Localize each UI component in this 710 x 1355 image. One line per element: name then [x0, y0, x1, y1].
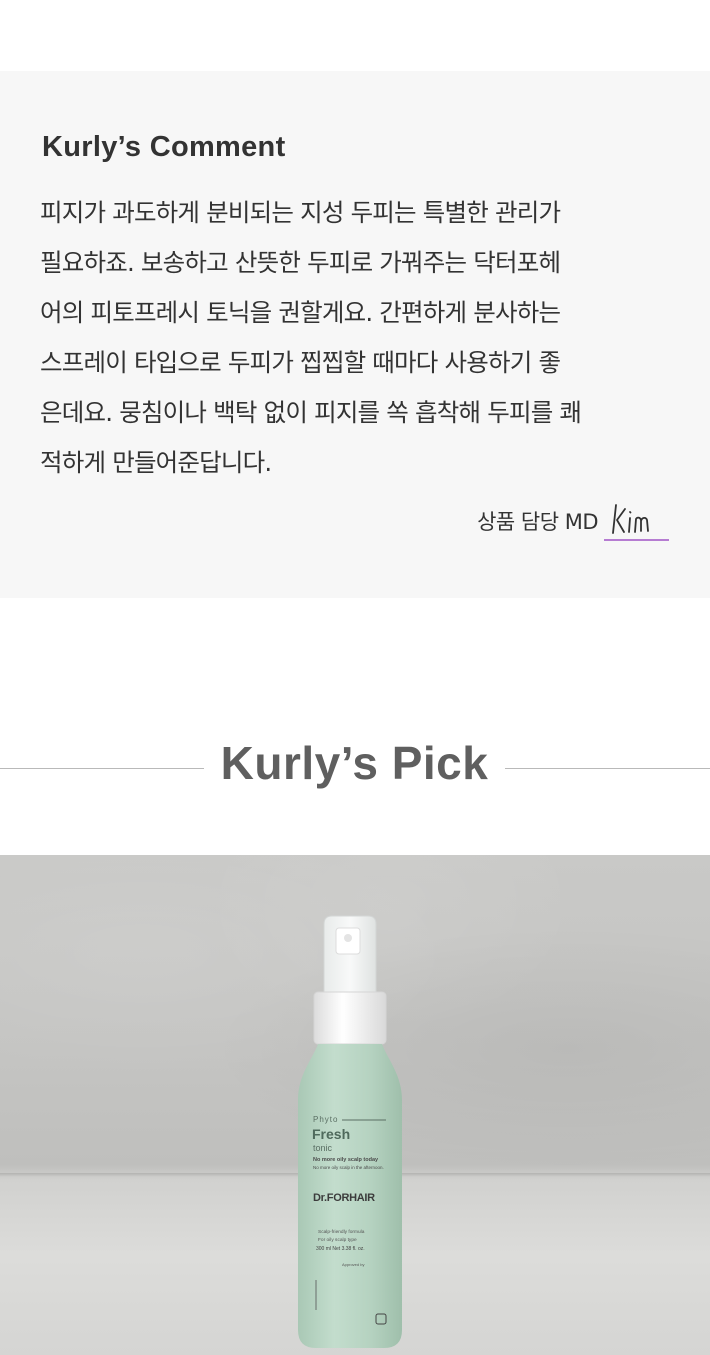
label-brand: Dr.FORHAIR — [313, 1192, 375, 1204]
label-feature: Scalp-friendly formula — [318, 1230, 365, 1235]
comment-line: 스프레이 타입으로 두피가 찝찝할 때마다 사용하기 좋 — [40, 348, 561, 377]
comment-line: 필요하죠. 보송하고 산뜻한 두피로 가꿔주는 닥터포헤 — [40, 248, 561, 277]
md-signature: 상품 담당 MD — [477, 497, 669, 541]
comment-line: 피지가 과도하게 분비되는 지성 두피는 특별한 관리가 — [40, 198, 561, 227]
kurlys-pick-heading: Kurly’s Pick — [0, 730, 710, 808]
divider-line — [0, 768, 204, 769]
spray-bottle-image — [298, 915, 402, 1348]
signature-label: 상품 담당 MD — [477, 510, 598, 534]
label-approved: Approved by — [342, 1262, 365, 1267]
kurlys-comment-section: Kurly’s Comment 피지가 과도하게 분비되는 지성 두피는 특별한… — [0, 71, 710, 598]
signature-kim-handwriting — [612, 504, 649, 534]
divider-line — [505, 768, 710, 769]
label-fresh: Fresh — [312, 1126, 351, 1142]
product-photo: Phyto Fresh tonic No more oily scalp tod… — [0, 855, 710, 1355]
label-subtagline: No more oily scalp in the afternoon. — [313, 1165, 384, 1170]
pick-title: Kurly’s Pick — [220, 737, 489, 789]
comment-line: 은데요. 뭉침이나 백탁 없이 피지를 쏙 흡착해 두피를 쾌 — [40, 398, 582, 427]
label-feature: For oily scalp type — [318, 1238, 357, 1243]
label-phyto: Phyto — [313, 1115, 339, 1124]
comment-line: 적하게 만들어준답니다. — [40, 448, 272, 477]
label-tonic: tonic — [313, 1143, 333, 1153]
comment-line: 어의 피토프레시 토닉을 권할게요. 간편하게 분사하는 — [40, 298, 561, 327]
signature-handwriting — [604, 499, 669, 541]
label-tagline: No more oily scalp today — [313, 1157, 379, 1163]
label-volume: 300 ml Net 3.38 fl. oz. — [316, 1246, 365, 1252]
comment-title: Kurly’s Comment — [42, 131, 286, 163]
comment-body: 피지가 과도하게 분비되는 지성 두피는 특별한 관리가 필요하죠. 보송하고 … — [40, 188, 672, 488]
